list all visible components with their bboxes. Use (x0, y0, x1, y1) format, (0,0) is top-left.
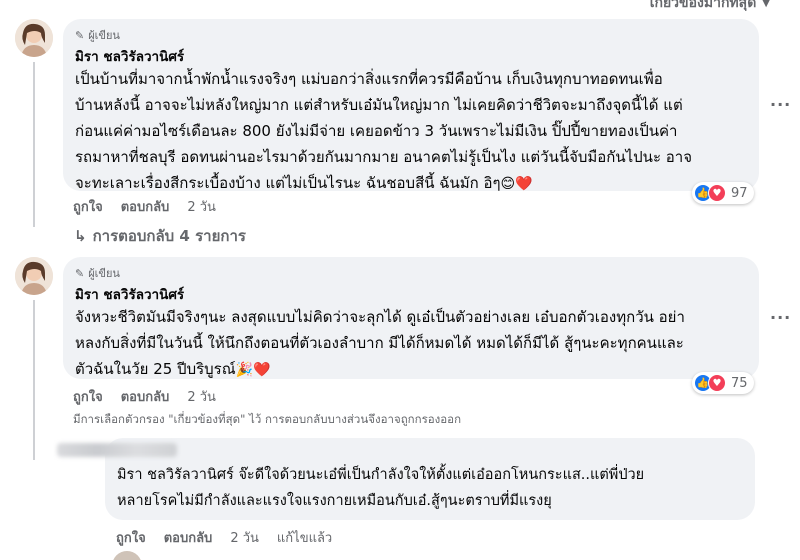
emoji: 🎉❤️ (235, 362, 271, 378)
more-options-icon[interactable]: ··· (770, 95, 791, 114)
comment-line: บ้านหลังนี้ อาจจะไม่หลังใหญ่มาก แต่สำหรั… (75, 96, 683, 114)
pencil-icon: ✎ (75, 28, 85, 42)
reply-line: หลายโรคไม่มีกำลังและแรงใจแรงกายเหมือนกับ… (117, 493, 552, 509)
filter-notice: มีการเลือกตัวกรอง "เกี่ยวข้องที่สุด" ไว้… (73, 412, 462, 426)
comment-time[interactable]: 2 วัน (187, 386, 216, 407)
emoji: 😊❤️ (500, 176, 533, 192)
avatar[interactable] (112, 551, 142, 560)
reply-time[interactable]: 2 วัน (230, 527, 259, 548)
comment-author[interactable]: มิรา ชลวิรัลวานิศร์ (75, 48, 747, 66)
thread-line (33, 62, 35, 227)
avatar[interactable] (15, 257, 53, 295)
reply-button[interactable]: ตอบกลับ (121, 196, 170, 217)
pencil-icon: ✎ (75, 266, 85, 280)
comment-actions: ถูกใจ ตอบกลับ 2 วัน (73, 196, 216, 217)
comment-line: จะทะเลาะเรื่องสีกระเบื้องบ้าง แต่ไม่เป็น… (75, 170, 747, 197)
avatar[interactable] (15, 19, 53, 57)
comment-actions: ถูกใจ ตอบกลับ 2 วัน (73, 386, 216, 407)
author-badge-label: ผู้เขียน (88, 267, 120, 280)
comment-line: รถมาหาที่ชลบุรี อดทนผ่านอะไรมาด้วยกันมาก… (75, 148, 692, 166)
reaction-count: 75 (731, 375, 748, 391)
like-button[interactable]: ถูกใจ (73, 196, 103, 217)
comment-line-text: ตัวฉันในวัย 25 ปีบริบูรณ์ (75, 360, 236, 378)
view-replies-label: การตอบกลับ 4 รายการ (92, 227, 246, 245)
reply-actions: ถูกใจ ตอบกลับ 2 วัน แก้ไขแล้ว (116, 527, 332, 548)
reaction-summary[interactable]: 👍 ♥ 97 (692, 182, 754, 204)
comment-text: จังหวะชีวิตมันมีจริงๆนะ ลงสุดแบบไม่คิดว่… (75, 304, 747, 383)
like-button[interactable]: ถูกใจ (73, 386, 103, 407)
reply-line: มิรา ชลวิรัลวานิศร์ จ๊ะดีใจด้วยนะเอ๋พี่เ… (117, 467, 645, 483)
author-badge-label: ผู้เขียน (88, 29, 120, 42)
reaction-count: 97 (731, 185, 748, 201)
author-badge: ✎ ผู้เขียน (75, 265, 747, 281)
thread-line (33, 300, 35, 460)
reaction-summary[interactable]: 👍 ♥ 75 (692, 372, 754, 394)
reply-button[interactable]: ตอบกลับ (164, 527, 213, 548)
comment-line: ก่อนแค่ค่ามอไซร์เดือนละ 800 ยังไม่มีจ่าย… (75, 122, 678, 140)
edited-label: แก้ไขแล้ว (276, 531, 333, 546)
more-options-icon[interactable]: ··· (770, 308, 791, 327)
blurred-author-name (57, 442, 177, 461)
love-reaction-icon: ♥ (708, 184, 726, 202)
author-badge: ✎ ผู้เขียน (75, 27, 747, 43)
comment-time[interactable]: 2 วัน (187, 196, 216, 217)
sort-dropdown[interactable]: เกี่ยวข้องมากที่สุด ▼ (650, 0, 770, 14)
reply-text: มิรา ชลวิรัลวานิศร์ จ๊ะดีใจด้วยนะเอ๋พี่เ… (117, 462, 743, 514)
like-button[interactable]: ถูกใจ (116, 527, 146, 548)
comment-line-text: จะทะเลาะเรื่องสีกระเบื้องบ้าง แต่ไม่เป็น… (75, 174, 501, 192)
love-reaction-icon: ♥ (708, 374, 726, 392)
sort-label: เกี่ยวข้องมากที่สุด (649, 0, 757, 11)
reply-button[interactable]: ตอบกลับ (121, 386, 170, 407)
comment-line: จังหวะชีวิตมันมีจริงๆนะ ลงสุดแบบไม่คิดว่… (75, 308, 685, 326)
reply-bubble: มิรา ชลวิรัลวานิศร์ จ๊ะดีใจด้วยนะเอ๋พี่เ… (57, 438, 755, 520)
comment-line: เป็นบ้านที่มาจากน้ำพักน้ำแรงจริงๆ แม่บอก… (75, 70, 663, 88)
reply-arrow-icon: ↳ (74, 227, 87, 245)
comment-line: ตัวฉันในวัย 25 ปีบริบูรณ์🎉❤️ (75, 356, 747, 383)
comment-bubble: ✎ ผู้เขียน มิรา ชลวิรัลวานิศร์ จังหวะชีว… (63, 257, 759, 379)
comment-author[interactable]: มิรา ชลวิรัลวานิศร์ (75, 286, 747, 304)
view-replies-link[interactable]: ↳ การตอบกลับ 4 รายการ (74, 224, 246, 248)
comment-line: หลงกับสิ่งที่มีในวันนี้ ให้นึกถึงตอนที่ต… (75, 334, 684, 352)
chevron-down-icon: ▼ (762, 0, 770, 9)
comment-text: เป็นบ้านที่มาจากน้ำพักน้ำแรงจริงๆ แม่บอก… (75, 66, 747, 197)
comment-bubble: ✎ ผู้เขียน มิรา ชลวิรัลวานิศร์ เป็นบ้านท… (63, 19, 759, 192)
